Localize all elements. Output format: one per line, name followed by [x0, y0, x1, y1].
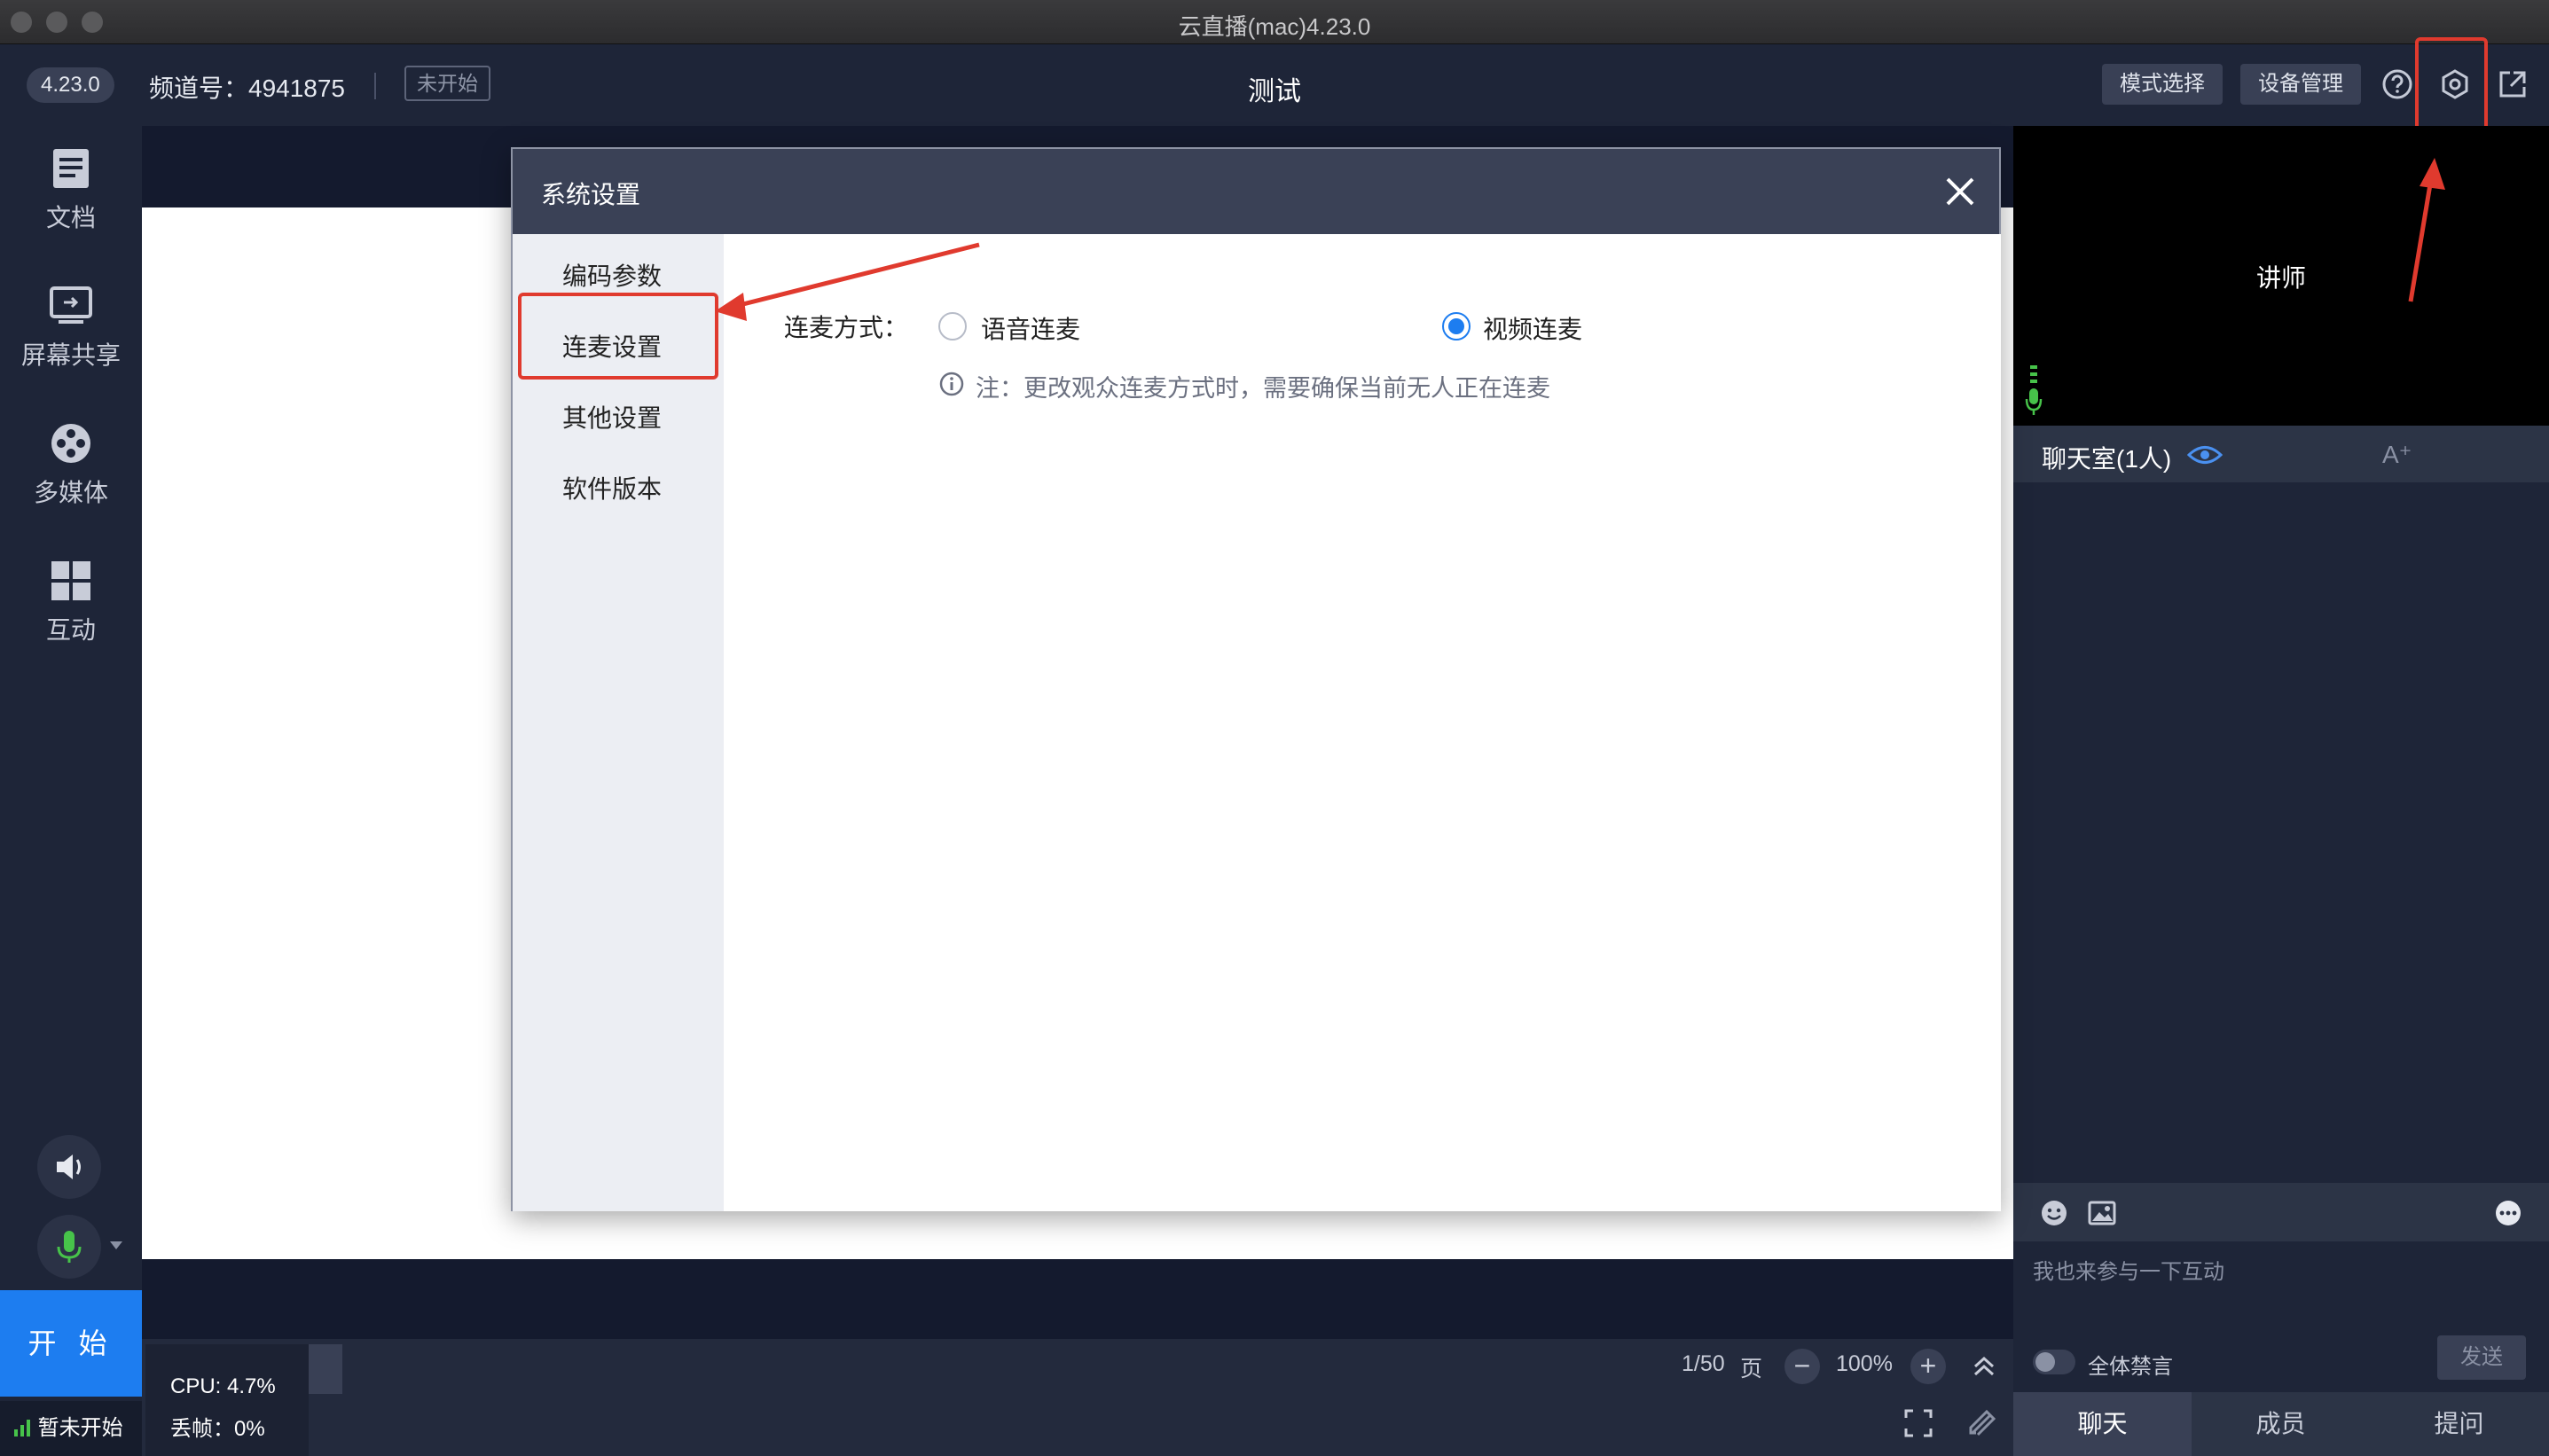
dropped-frames: 丢帧：0% [170, 1417, 265, 1441]
version-badge: 4.23.0 [27, 67, 114, 103]
link-mode-label: 连麦方式： [784, 314, 909, 341]
chat-messages [2013, 482, 2549, 1183]
zoom-in-button[interactable]: + [1910, 1349, 1946, 1384]
font-size-icon[interactable]: A⁺ [2382, 440, 2412, 469]
chat-input-area[interactable]: 我也来参与一下互动 全体禁言 发送 [2013, 1241, 2549, 1392]
more-icon[interactable] [2494, 1199, 2522, 1227]
document-icon [53, 149, 89, 188]
tab-questions[interactable]: 提问 [2370, 1392, 2548, 1456]
zoom-out-button[interactable]: − [1784, 1349, 1820, 1384]
nav-highlight-box [518, 293, 718, 380]
window-title: 云直播(mac)4.23.0 [1178, 13, 1371, 40]
live-status-text: 暂未开始 [37, 1416, 123, 1440]
sidebar-item-label: 互动 [45, 616, 96, 644]
image-icon[interactable] [2088, 1199, 2116, 1227]
chat-room-title: 聊天室(1人) [2042, 445, 2172, 473]
chat-header: 聊天室(1人) A⁺ [2013, 426, 2549, 482]
help-icon[interactable] [2380, 67, 2414, 101]
pop-out-icon[interactable] [2496, 67, 2529, 101]
dialog-content: 连麦方式： 语音连麦 视频连麦 注：更改观众连麦方式时，需要确保当前无人正在连麦 [724, 234, 2001, 1211]
live-status: 暂未开始 [0, 1401, 142, 1456]
chat-tabs: 聊天 成员 提问 [2013, 1392, 2549, 1456]
window-title-bar: 云直播(mac)4.23.0 [0, 0, 2549, 44]
page-unit: 页 [1740, 1357, 1763, 1382]
header-divider [374, 73, 376, 99]
start-button[interactable]: 开 始 [0, 1290, 142, 1397]
status-badge: 未开始 [404, 66, 490, 101]
microphone-button[interactable] [37, 1215, 101, 1279]
cpu-usage: CPU: 4.7% [170, 1374, 276, 1398]
voice-link-radio[interactable] [938, 312, 967, 341]
link-mode-note: 注：更改观众连麦方式时，需要确保当前无人正在连麦 [976, 375, 1550, 402]
nav-item-other[interactable]: 其他设置 [562, 399, 662, 434]
nav-item-version[interactable]: 软件版本 [562, 470, 662, 505]
voice-link-label[interactable]: 语音连麦 [981, 310, 1080, 346]
multimedia-icon [51, 424, 90, 463]
speaker-video: 讲师 [2013, 126, 2549, 426]
mute-all-toggle[interactable] [2033, 1350, 2075, 1374]
sidebar-item-multimedia[interactable]: 多媒体 [0, 401, 142, 534]
sidebar-item-label: 文档 [45, 204, 96, 231]
caret-down-icon[interactable] [108, 1240, 124, 1252]
speaker-icon [57, 1155, 81, 1179]
speaker-button[interactable] [37, 1135, 101, 1199]
video-link-radio[interactable] [1442, 312, 1471, 341]
performance-stats: CPU: 4.7% 丢帧：0% [145, 1344, 309, 1456]
mic-level-icon [2025, 365, 2043, 415]
chat-input-placeholder[interactable]: 我也来参与一下互动 [2033, 1254, 2224, 1285]
sidebar-item-label: 多媒体 [33, 479, 108, 506]
nav-item-encoding[interactable]: 编码参数 [562, 257, 662, 293]
stage-bottom-area [142, 1259, 2013, 1339]
emoji-icon[interactable] [2040, 1199, 2068, 1227]
system-settings-dialog: 系统设置 编码参数 连麦设置 其他设置 软件版本 连麦方式： 语音连麦 视频连麦… [511, 147, 2001, 1211]
grid-icon [51, 561, 90, 600]
tab-members[interactable]: 成员 [2192, 1392, 2370, 1456]
send-button[interactable]: 发送 [2437, 1335, 2526, 1380]
screen-share-icon [50, 286, 92, 324]
sidebar-item-interaction[interactable]: 互动 [0, 538, 142, 671]
sidebar-item-document[interactable]: 文档 [0, 126, 142, 259]
dialog-title: 系统设置 [541, 181, 641, 208]
device-manage-button[interactable]: 设备管理 [2240, 64, 2361, 105]
collapse-up-icon[interactable] [1971, 1355, 1997, 1378]
canvas-toolbar [142, 1339, 2013, 1456]
channel-number: 频道号：4941875 [149, 74, 346, 102]
video-link-label[interactable]: 视频连麦 [1483, 310, 1582, 346]
dialog-header: 系统设置 [513, 149, 1999, 234]
chat-toolbar [2013, 1183, 2549, 1241]
top-header: 4.23.0 频道号：4941875 未开始 测试 模式选择 设备管理 [0, 44, 2549, 126]
eye-icon[interactable] [2187, 443, 2223, 466]
page-indicator: 1/50 [1682, 1351, 1725, 1376]
signal-icon [14, 1420, 30, 1436]
info-icon [939, 372, 964, 396]
close-icon[interactable] [1941, 172, 1980, 211]
fullscreen-icon[interactable] [1903, 1408, 1933, 1438]
mode-select-button[interactable]: 模式选择 [2102, 64, 2223, 105]
sidebar-item-screen-share[interactable]: 屏幕共享 [0, 263, 142, 396]
pen-off-icon[interactable] [1967, 1408, 1997, 1438]
dialog-nav: 编码参数 连麦设置 其他设置 软件版本 [513, 234, 724, 1211]
stats-toggle-tab[interactable] [309, 1344, 342, 1394]
tab-chat[interactable]: 聊天 [2013, 1392, 2192, 1456]
zoom-level: 100% [1836, 1351, 1893, 1376]
mute-all-label: 全体禁言 [2088, 1355, 2173, 1379]
microphone-icon [57, 1231, 82, 1263]
left-sidebar: 文档 屏幕共享 多媒体 互动 [0, 126, 142, 1456]
sidebar-item-label: 屏幕共享 [20, 341, 121, 369]
speaker-label: 讲师 [2255, 264, 2306, 292]
